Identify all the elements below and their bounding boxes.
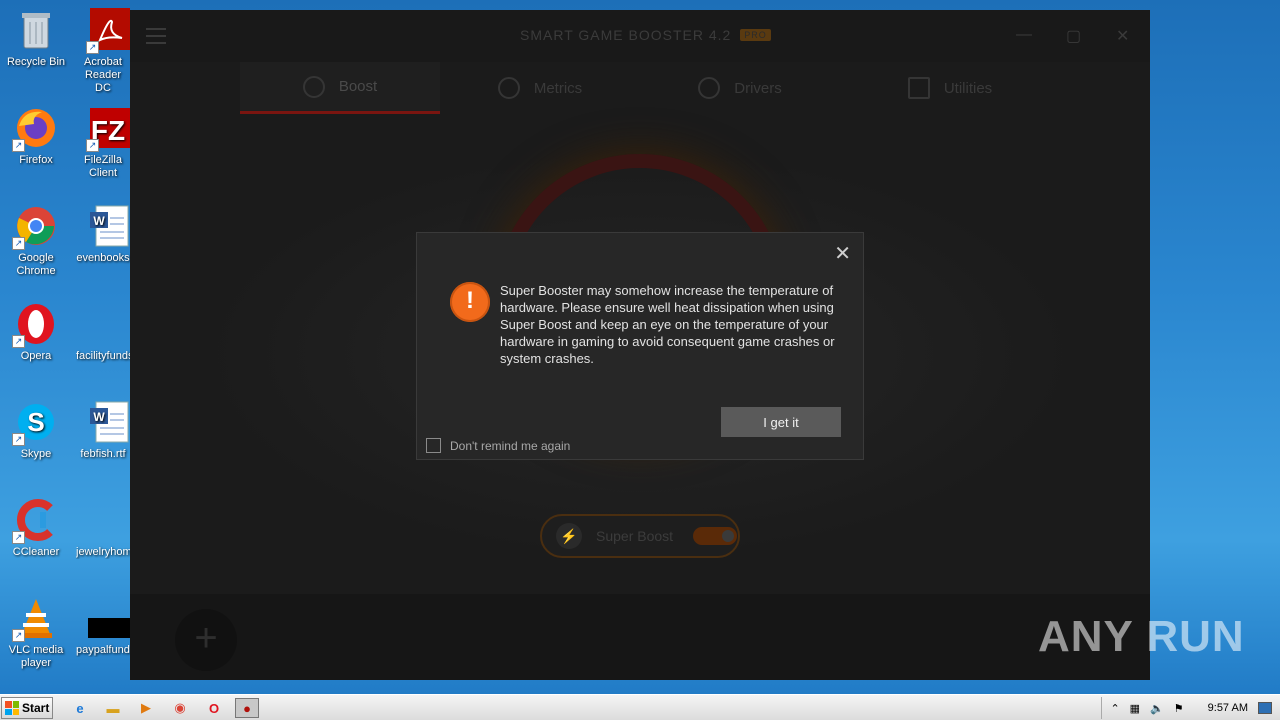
- desktop-icon-jewelryhome[interactable]: jewelryhome: [76, 498, 130, 559]
- app-titlebar: SMART GAME BOOSTER 4.2 PRO — ▢ ✕: [130, 10, 1150, 62]
- warning-icon: !: [450, 282, 490, 322]
- desktop-icon-label: jewelryhome: [76, 546, 130, 558]
- app-title: SMART GAME BOOSTER 4.2 PRO: [520, 27, 771, 43]
- action-center-flag-icon[interactable]: ⚑: [1174, 702, 1184, 715]
- game-booster-taskbar-icon[interactable]: ●: [235, 698, 259, 718]
- filezilla-icon: FZ ↗: [86, 106, 130, 152]
- blank-file-icon: [88, 302, 130, 346]
- anyrun-watermark: ANY RUN: [1038, 612, 1245, 661]
- tab-label: Metrics: [533, 79, 583, 97]
- minimize-icon[interactable]: —: [1016, 26, 1032, 44]
- svg-text:W: W: [93, 410, 105, 424]
- main-tabs: Boost Metrics Drivers Utilities: [130, 62, 1150, 114]
- folder-icon[interactable]: ▬: [101, 698, 125, 718]
- desktop-icon-chrome[interactable]: ↗ Google Chrome: [1, 204, 71, 278]
- super-boost-label: Super Boost: [596, 528, 674, 544]
- opera-taskbar-icon[interactable]: O: [202, 698, 226, 718]
- tab-label: Utilities: [943, 79, 993, 97]
- firefox-icon: ↗: [12, 106, 58, 152]
- start-button[interactable]: Start: [1, 697, 53, 719]
- chrome-icon: ↗: [12, 204, 58, 250]
- dialog-message: Super Booster may somehow increase the t…: [500, 283, 835, 366]
- desktop-icon-recycle-bin[interactable]: Recycle Bin: [1, 8, 71, 69]
- desktop-icon-facilityfunds[interactable]: facilityfunds: [76, 302, 130, 363]
- media-player-icon[interactable]: ▶: [134, 698, 158, 718]
- desktop-icon-label: Recycle Bin: [6, 56, 66, 68]
- gauge-icon: [497, 77, 520, 99]
- system-tray: ⌃ ▦ 🔈 ⚑ 9:57 AM: [1101, 697, 1280, 719]
- desktop-icon-opera[interactable]: ↗ Opera: [1, 302, 71, 363]
- network-icon[interactable]: ▦: [1130, 702, 1140, 715]
- start-label: Start: [22, 701, 50, 715]
- pro-badge: PRO: [740, 29, 771, 41]
- desktop-icon-label: facilityfunds: [76, 350, 130, 362]
- dialog-close-icon[interactable]: ✕: [834, 241, 851, 266]
- desktop-icon-febfish[interactable]: W febfish.rtf: [76, 400, 130, 461]
- desktop-icon-ccleaner[interactable]: ↗ CCleaner: [1, 498, 71, 559]
- desktop-icon-evenbooks[interactable]: W evenbooks: [76, 204, 130, 265]
- clock[interactable]: 9:57 AM: [1208, 702, 1248, 714]
- desktop-icon-label: Google Chrome: [16, 252, 56, 277]
- warning-dialog: ✕ ! Super Booster may somehow increase t…: [416, 232, 864, 460]
- desktop-icon-acrobat[interactable]: ↗ Acrobat Reader DC: [76, 8, 130, 95]
- tray-arrow-icon[interactable]: ⌃: [1110, 702, 1119, 715]
- tab-label: Boost: [338, 78, 378, 95]
- volume-icon[interactable]: 🔈: [1150, 702, 1164, 715]
- desktop-icon-label: evenbooks: [76, 252, 130, 264]
- black-file-icon: [88, 596, 130, 640]
- dont-remind-checkbox-row[interactable]: Don't remind me again: [426, 438, 570, 453]
- hamburger-menu-icon[interactable]: [146, 28, 166, 49]
- tab-label: Drivers: [734, 79, 782, 97]
- desktop-icon-label: febfish.rtf: [80, 448, 126, 460]
- word-doc-icon: W: [88, 204, 130, 248]
- word-doc-icon: W: [88, 400, 130, 444]
- toggle-switch[interactable]: [693, 527, 738, 545]
- chrome-taskbar-icon[interactable]: ◉: [168, 698, 192, 718]
- windows-flag-icon: [5, 701, 19, 715]
- acrobat-icon: ↗: [86, 8, 130, 54]
- desktop-icon-firefox[interactable]: ↗ Firefox: [1, 106, 71, 167]
- desktop-icon-label: Opera: [20, 350, 52, 362]
- tab-drivers[interactable]: Drivers: [640, 62, 840, 114]
- taskbar: Start e ▬ ▶ ◉ O ● ⌃ ▦ 🔈 ⚑ 9:57 AM: [0, 694, 1280, 720]
- show-desktop-icon[interactable]: [1258, 702, 1272, 714]
- bottom-bar: +: [130, 594, 1150, 680]
- ie-icon[interactable]: e: [68, 698, 92, 718]
- dont-remind-checkbox[interactable]: [426, 438, 441, 453]
- rocket-icon: [302, 75, 325, 98]
- svg-text:W: W: [93, 214, 105, 228]
- ccleaner-icon: ↗: [12, 498, 58, 544]
- desktop-icon-label: FileZilla Client: [84, 154, 122, 179]
- desktop-icon-vlc[interactable]: ↗ VLC media player: [1, 596, 71, 670]
- gear-icon: [698, 77, 721, 99]
- desktop-icon-label: Firefox: [19, 154, 53, 166]
- vlc-icon: ↗: [12, 596, 58, 642]
- desktop-icon-label: VLC media player: [8, 644, 64, 669]
- maximize-icon[interactable]: ▢: [1066, 26, 1081, 46]
- desktop-icon-paypalfunds[interactable]: paypalfunds: [76, 596, 130, 657]
- blank-file-icon: [88, 498, 130, 542]
- tab-boost[interactable]: Boost: [240, 62, 440, 114]
- grid-icon: [907, 77, 930, 99]
- opera-icon: ↗: [12, 302, 58, 348]
- tab-metrics[interactable]: Metrics: [440, 62, 640, 114]
- desktop-icon-label: Skype: [20, 448, 52, 460]
- dont-remind-label: Don't remind me again: [450, 438, 571, 453]
- svg-text:S: S: [27, 407, 44, 437]
- app-title-text: SMART GAME BOOSTER 4.2: [520, 27, 732, 43]
- i-get-it-button[interactable]: I get it: [721, 407, 841, 437]
- recycle-bin-icon: [14, 8, 58, 52]
- lightning-icon: ⚡: [556, 523, 582, 549]
- desktop-icon-label: CCleaner: [12, 546, 60, 558]
- desktop-icon-skype[interactable]: S ↗ Skype: [1, 400, 71, 461]
- desktop-icon-filezilla[interactable]: FZ ↗ FileZilla Client: [76, 106, 130, 180]
- desktop-icon-label: Acrobat Reader DC: [84, 56, 122, 94]
- super-boost-toggle[interactable]: ⚡ Super Boost: [540, 514, 740, 558]
- desktop-icon-label: paypalfunds: [76, 644, 130, 656]
- add-game-button[interactable]: +: [175, 609, 237, 671]
- tab-utilities[interactable]: Utilities: [850, 62, 1050, 114]
- skype-icon: S ↗: [12, 400, 58, 446]
- window-close-icon[interactable]: ✕: [1116, 26, 1129, 46]
